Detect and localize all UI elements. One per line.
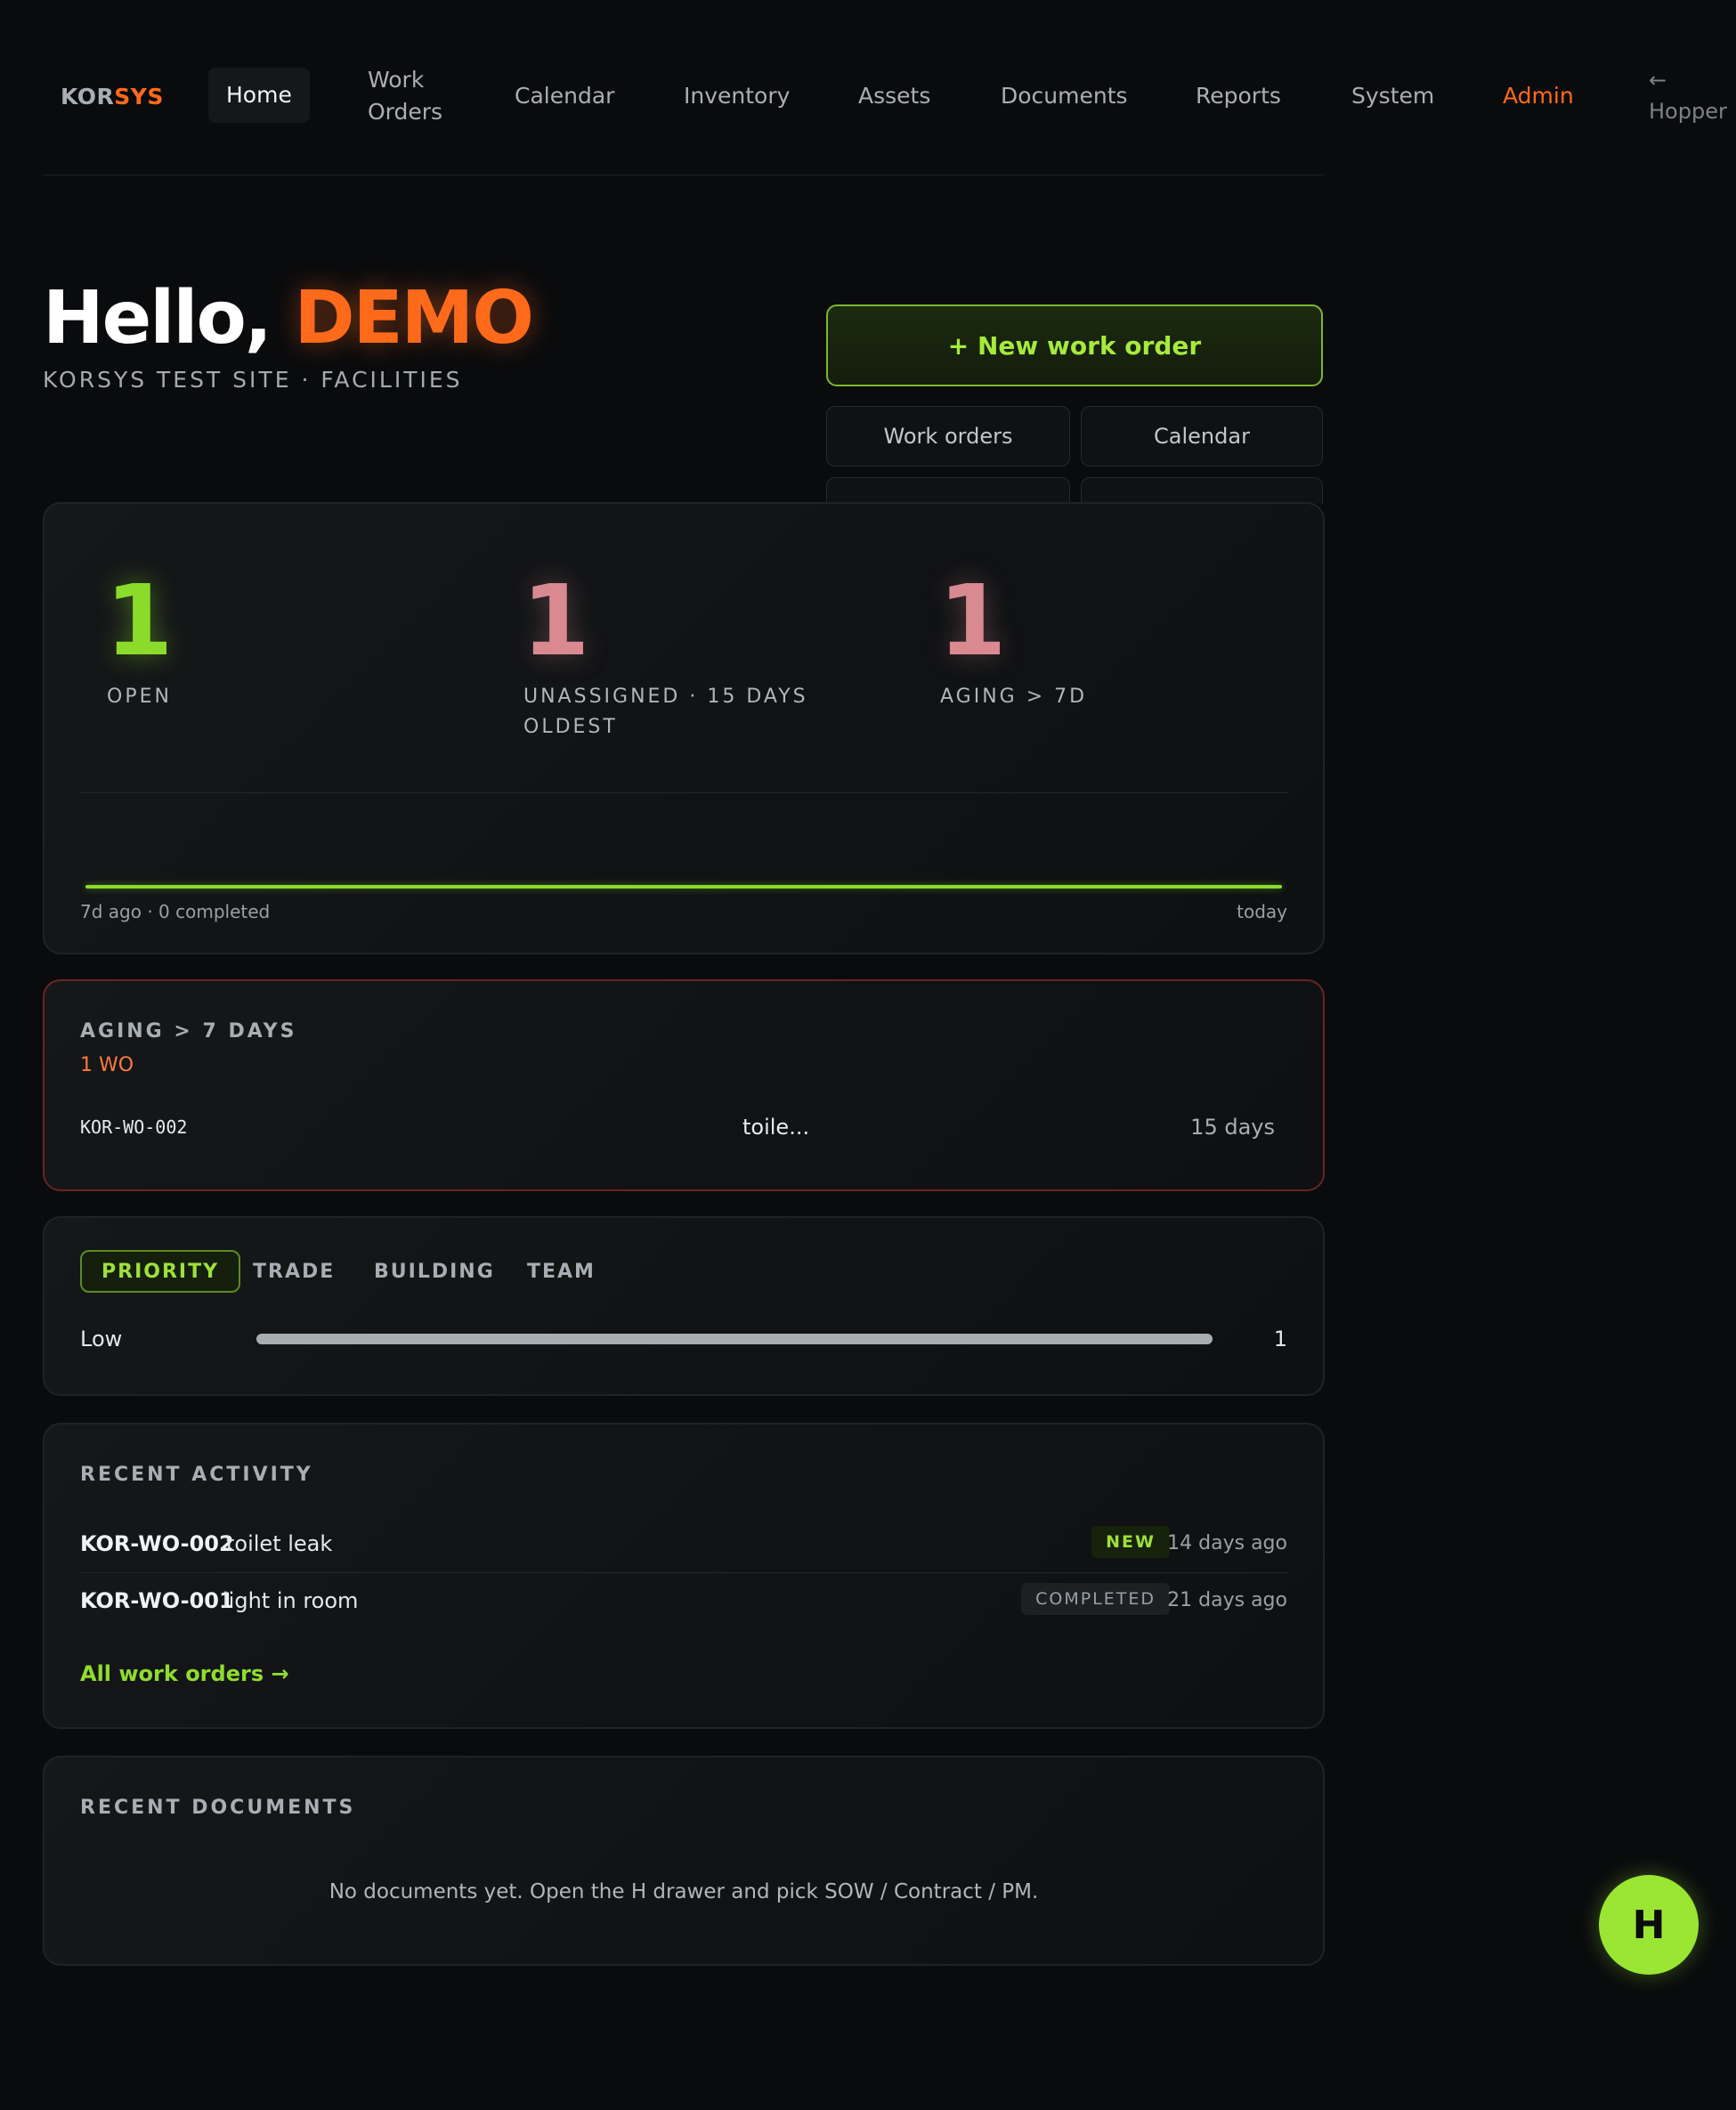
user-greeting-name: DEMO [294,276,534,361]
all-work-orders-link[interactable]: All work orders → [80,1661,289,1686]
logo[interactable]: KORSYS [61,84,164,110]
hopper-drawer-button[interactable]: H [1599,1875,1699,1975]
breakdown-row-label: Low [80,1327,123,1351]
nav-inventory[interactable]: Inventory [684,53,790,139]
recent-activity-card: RECENT ACTIVITY KOR-WO-002 toilet leak N… [43,1423,1325,1729]
greeting: Hello, DEMO [43,276,534,361]
aging-card: AGING > 7 DAYS 1 WO KOR-WO-002 toile... … [43,979,1325,1191]
recent-documents-card: RECENT DOCUMENTS No documents yet. Open … [43,1756,1325,1966]
breakdown-card: PRIORITY TRADE BUILDING TEAM Low 1 [43,1216,1325,1396]
status-badge: NEW [1091,1526,1170,1558]
tab-trade[interactable]: TRADE [253,1250,335,1293]
activity-wo-title: toilet leak [226,1531,333,1556]
empty-state-text: No documents yet. Open the H drawer and … [329,1880,1039,1903]
breakdown-bar [256,1334,1213,1344]
open-label: OPEN [107,686,172,708]
nav-system[interactable]: System [1351,53,1434,139]
unassigned-count: 1 [522,564,590,678]
nav-reports[interactable]: Reports [1196,53,1281,139]
stats-card: 1 OPEN 1 UNASSIGNED · 15 DAYS OLDEST 1 A… [43,502,1325,954]
wo-id: KOR-WO-002 [80,1116,188,1138]
user-menu[interactable]: ← Hopper [1649,53,1727,139]
unassigned-label: UNASSIGNED · 15 DAYS OLDEST [523,686,808,739]
nav-admin[interactable]: Admin [1503,53,1574,139]
aging-label: AGING > 7D [940,686,1088,708]
trend-end-label: today [1237,901,1287,922]
aging-count: 1 [938,564,1007,678]
trend-start-label: 7d ago · 0 completed [80,901,271,922]
wo-title: toile... [742,1115,810,1140]
nav-home[interactable]: Home [208,68,310,123]
activity-time: 21 days ago [1167,1589,1287,1611]
activity-row[interactable]: KOR-WO-002 toilet leak NEW 14 days ago [80,1519,1287,1573]
nav-documents[interactable]: Documents [1001,53,1128,139]
activity-wo-id: KOR-WO-002 [80,1531,234,1556]
aging-row[interactable]: KOR-WO-002 toile... 15 days [80,1113,1275,1148]
nav-assets[interactable]: Assets [858,53,930,139]
nav-work-orders[interactable]: Work Orders [368,53,448,139]
completion-trend-line [85,885,1282,889]
breakdown-row-count: 1 [1273,1327,1287,1351]
work-orders-button[interactable]: Work orders [826,406,1070,467]
recent-activity-title: RECENT ACTIVITY [80,1464,313,1486]
recent-documents-title: RECENT DOCUMENTS [80,1797,356,1819]
site-subtitle: KORSYS TEST SITE · FACILITIES [43,367,463,393]
back-arrow-icon: ← [1649,68,1667,93]
user-name: Hopper [1649,99,1727,124]
tab-priority[interactable]: PRIORITY [80,1250,241,1293]
top-nav: KORSYS Home Work Orders Calendar Invento… [43,53,1727,175]
activity-wo-title: light in room [223,1588,359,1613]
wo-age: 15 days [1190,1115,1275,1140]
breakdown-bar-fill [256,1334,1213,1344]
calendar-button[interactable]: Calendar [1081,406,1323,467]
quick-action-button-partial[interactable] [826,477,1070,504]
tab-building[interactable]: BUILDING [374,1250,495,1293]
activity-row[interactable]: KOR-WO-001 light in room COMPLETED 21 da… [80,1576,1287,1629]
divider [80,792,1287,793]
activity-wo-id: KOR-WO-001 [80,1588,234,1613]
activity-time: 14 days ago [1167,1532,1287,1554]
new-work-order-button[interactable]: + New work order [826,304,1323,386]
quick-action-button-partial[interactable] [1081,477,1323,504]
aging-title: AGING > 7 DAYS [80,1020,297,1043]
nav-calendar[interactable]: Calendar [515,53,614,139]
open-count: 1 [105,564,174,678]
status-badge: COMPLETED [1021,1583,1170,1615]
aging-wo-count: 1 WO [80,1054,134,1076]
tab-team[interactable]: TEAM [527,1250,596,1293]
